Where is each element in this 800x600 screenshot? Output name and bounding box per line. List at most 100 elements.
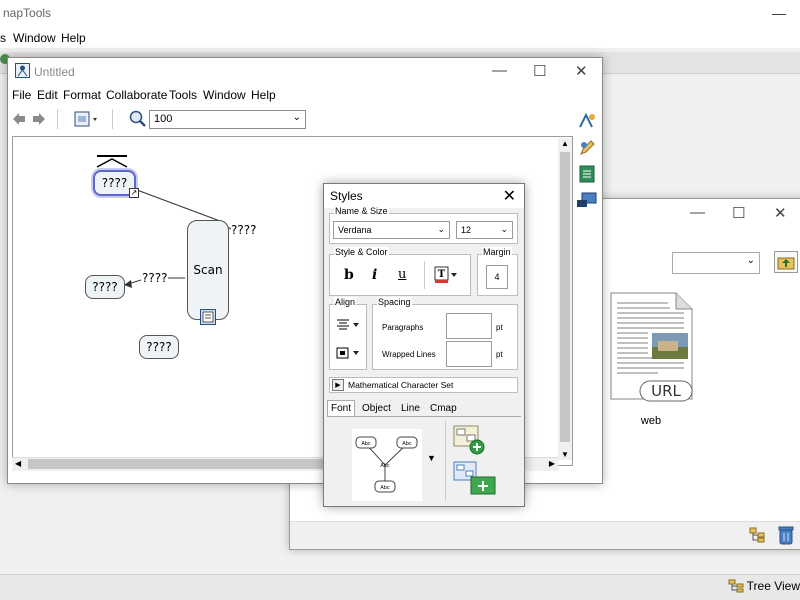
back-arrow-icon[interactable] xyxy=(12,112,26,126)
notes-tool-icon[interactable] xyxy=(578,165,596,183)
math-charset-row[interactable]: ▶ Mathematical Character Set xyxy=(329,377,518,393)
menu-help[interactable]: Help xyxy=(251,88,276,102)
menu-edit[interactable]: Edit xyxy=(37,88,58,102)
concept-label: ???? xyxy=(146,340,172,354)
italic-button[interactable]: i xyxy=(372,267,377,283)
style-color-group: Style & Color b i u T xyxy=(329,247,471,296)
concept-node[interactable]: ???? ↗ xyxy=(93,170,139,198)
tab-cmap[interactable]: Cmap xyxy=(426,400,461,417)
menu-window[interactable]: Window xyxy=(13,31,56,45)
style-tool-icon[interactable] xyxy=(578,113,596,129)
vertical-align-icon[interactable] xyxy=(336,347,362,359)
wrapped-lines-label: Wrapped Lines xyxy=(382,350,436,359)
tab-line[interactable]: Line xyxy=(397,400,424,417)
chevron-down-icon: ⌄ xyxy=(500,224,508,234)
forward-arrow-icon[interactable] xyxy=(32,112,46,126)
minimize-button[interactable]: — xyxy=(772,5,786,21)
add-style-icon[interactable] xyxy=(453,425,487,455)
zoom-select[interactable]: 100 ⌄ xyxy=(149,110,306,129)
horizontal-scroll-thumb[interactable] xyxy=(28,459,328,469)
toolbar-divider xyxy=(57,109,58,129)
expand-arrow-icon[interactable]: ▶ xyxy=(332,379,344,391)
resource-icon[interactable] xyxy=(200,309,216,325)
scroll-up-icon[interactable]: ▲ xyxy=(561,139,569,148)
cmap-title-bar: Untitled — ☐ ✕ xyxy=(8,58,602,86)
app-menu-bar: s Window Help xyxy=(0,28,800,48)
thumbnail-label: Abc xyxy=(380,463,390,469)
font-size-value: 12 xyxy=(461,225,472,235)
menu-format[interactable]: Format xyxy=(63,88,101,102)
math-charset-label: Mathematical Character Set xyxy=(348,380,454,390)
cmap-app-icon xyxy=(15,63,30,78)
tree-view-button[interactable]: Tree View xyxy=(728,576,800,596)
tree-structure-icon[interactable] xyxy=(748,526,766,544)
maximize-button[interactable]: ☐ xyxy=(533,62,546,80)
font-size-select[interactable]: 12 ⌄ xyxy=(456,221,513,239)
close-button[interactable]: ✕ xyxy=(575,62,588,80)
concept-node[interactable]: Scan xyxy=(187,220,229,325)
cmap-style-thumbnail[interactable]: Abc Abc Abc Abc xyxy=(352,429,422,501)
link-phrase[interactable]: ???? xyxy=(231,223,257,237)
new-folder-style-icon[interactable] xyxy=(453,461,497,497)
line-spacing-input[interactable] xyxy=(446,341,492,367)
text-color-icon[interactable]: T xyxy=(434,266,460,284)
menu-window[interactable]: Window xyxy=(203,88,246,102)
underline-button[interactable]: u xyxy=(398,267,406,282)
maximize-button[interactable]: ☐ xyxy=(732,204,745,222)
pencil-tool-icon[interactable] xyxy=(578,139,596,157)
chevron-down-icon: ⌄ xyxy=(746,255,755,266)
concept-label: ???? xyxy=(92,280,118,294)
tab-object[interactable]: Object xyxy=(358,400,395,417)
tab-font[interactable]: Font xyxy=(327,400,356,417)
web-document-icon[interactable]: URL xyxy=(608,291,698,403)
scroll-left-icon[interactable]: ◀ xyxy=(15,459,21,468)
minimize-button[interactable]: — xyxy=(690,204,705,221)
close-button[interactable]: ✕ xyxy=(774,204,787,222)
link-phrase[interactable]: ???? xyxy=(142,271,168,285)
zoom-icon[interactable] xyxy=(129,110,147,128)
menu-collaborate[interactable]: Collaborate xyxy=(106,88,167,102)
toolbar-divider xyxy=(112,109,113,129)
scroll-right-icon[interactable]: ▶ xyxy=(549,459,555,468)
resize-handle-icon[interactable] xyxy=(95,155,129,169)
concept-node[interactable]: ???? xyxy=(85,275,125,299)
font-family-select[interactable]: Verdana ⌄ xyxy=(333,221,450,239)
app-title: napTools xyxy=(3,6,52,20)
thumbnail-dropdown-arrow-icon[interactable]: ▼ xyxy=(427,453,436,463)
menu-tools[interactable]: s xyxy=(0,31,6,45)
styles-palette: Styles ✕ Name & Size Verdana ⌄ 12 ⌄ Styl… xyxy=(323,183,525,507)
bold-button[interactable]: b xyxy=(344,267,354,283)
close-button[interactable]: ✕ xyxy=(503,186,516,206)
chevron-down-icon: ⌄ xyxy=(292,112,301,123)
menu-file[interactable]: File xyxy=(12,88,31,102)
margin-group: Margin 4 xyxy=(477,247,518,296)
menu-help[interactable]: Help xyxy=(61,31,86,45)
concept-node[interactable]: ???? xyxy=(139,335,179,359)
group-label: Spacing xyxy=(377,297,412,307)
link-handle-icon[interactable]: ↗ xyxy=(129,188,139,198)
trash-icon[interactable] xyxy=(778,525,794,545)
font-family-value: Verdana xyxy=(338,225,372,235)
divider xyxy=(445,421,446,501)
vertical-scroll-thumb[interactable] xyxy=(560,152,570,442)
folder-up-icon xyxy=(777,257,795,270)
url-badge: URL xyxy=(651,382,681,400)
layout-icon[interactable] xyxy=(74,110,100,128)
group-label: Margin xyxy=(482,247,512,257)
minimize-button[interactable]: — xyxy=(492,62,507,79)
file-label[interactable]: web xyxy=(626,415,676,427)
horizontal-align-icon[interactable] xyxy=(336,319,362,331)
svg-text:T: T xyxy=(438,269,446,280)
scroll-down-icon[interactable]: ▼ xyxy=(561,450,569,459)
folder-path-combo[interactable]: ⌄ xyxy=(672,252,760,274)
side-toolbar xyxy=(576,113,600,213)
paragraph-spacing-input[interactable] xyxy=(446,313,492,339)
menu-tools[interactable]: Tools xyxy=(169,88,197,102)
folder-up-button[interactable] xyxy=(774,251,798,273)
tree-view-label: Tree View xyxy=(746,579,800,593)
unit-label: pt xyxy=(496,323,503,332)
group-label: Name & Size xyxy=(334,206,389,216)
margin-input[interactable]: 4 xyxy=(486,265,508,289)
presentation-tool-icon[interactable] xyxy=(576,191,598,209)
app-title-bar: napTools — xyxy=(0,0,800,28)
